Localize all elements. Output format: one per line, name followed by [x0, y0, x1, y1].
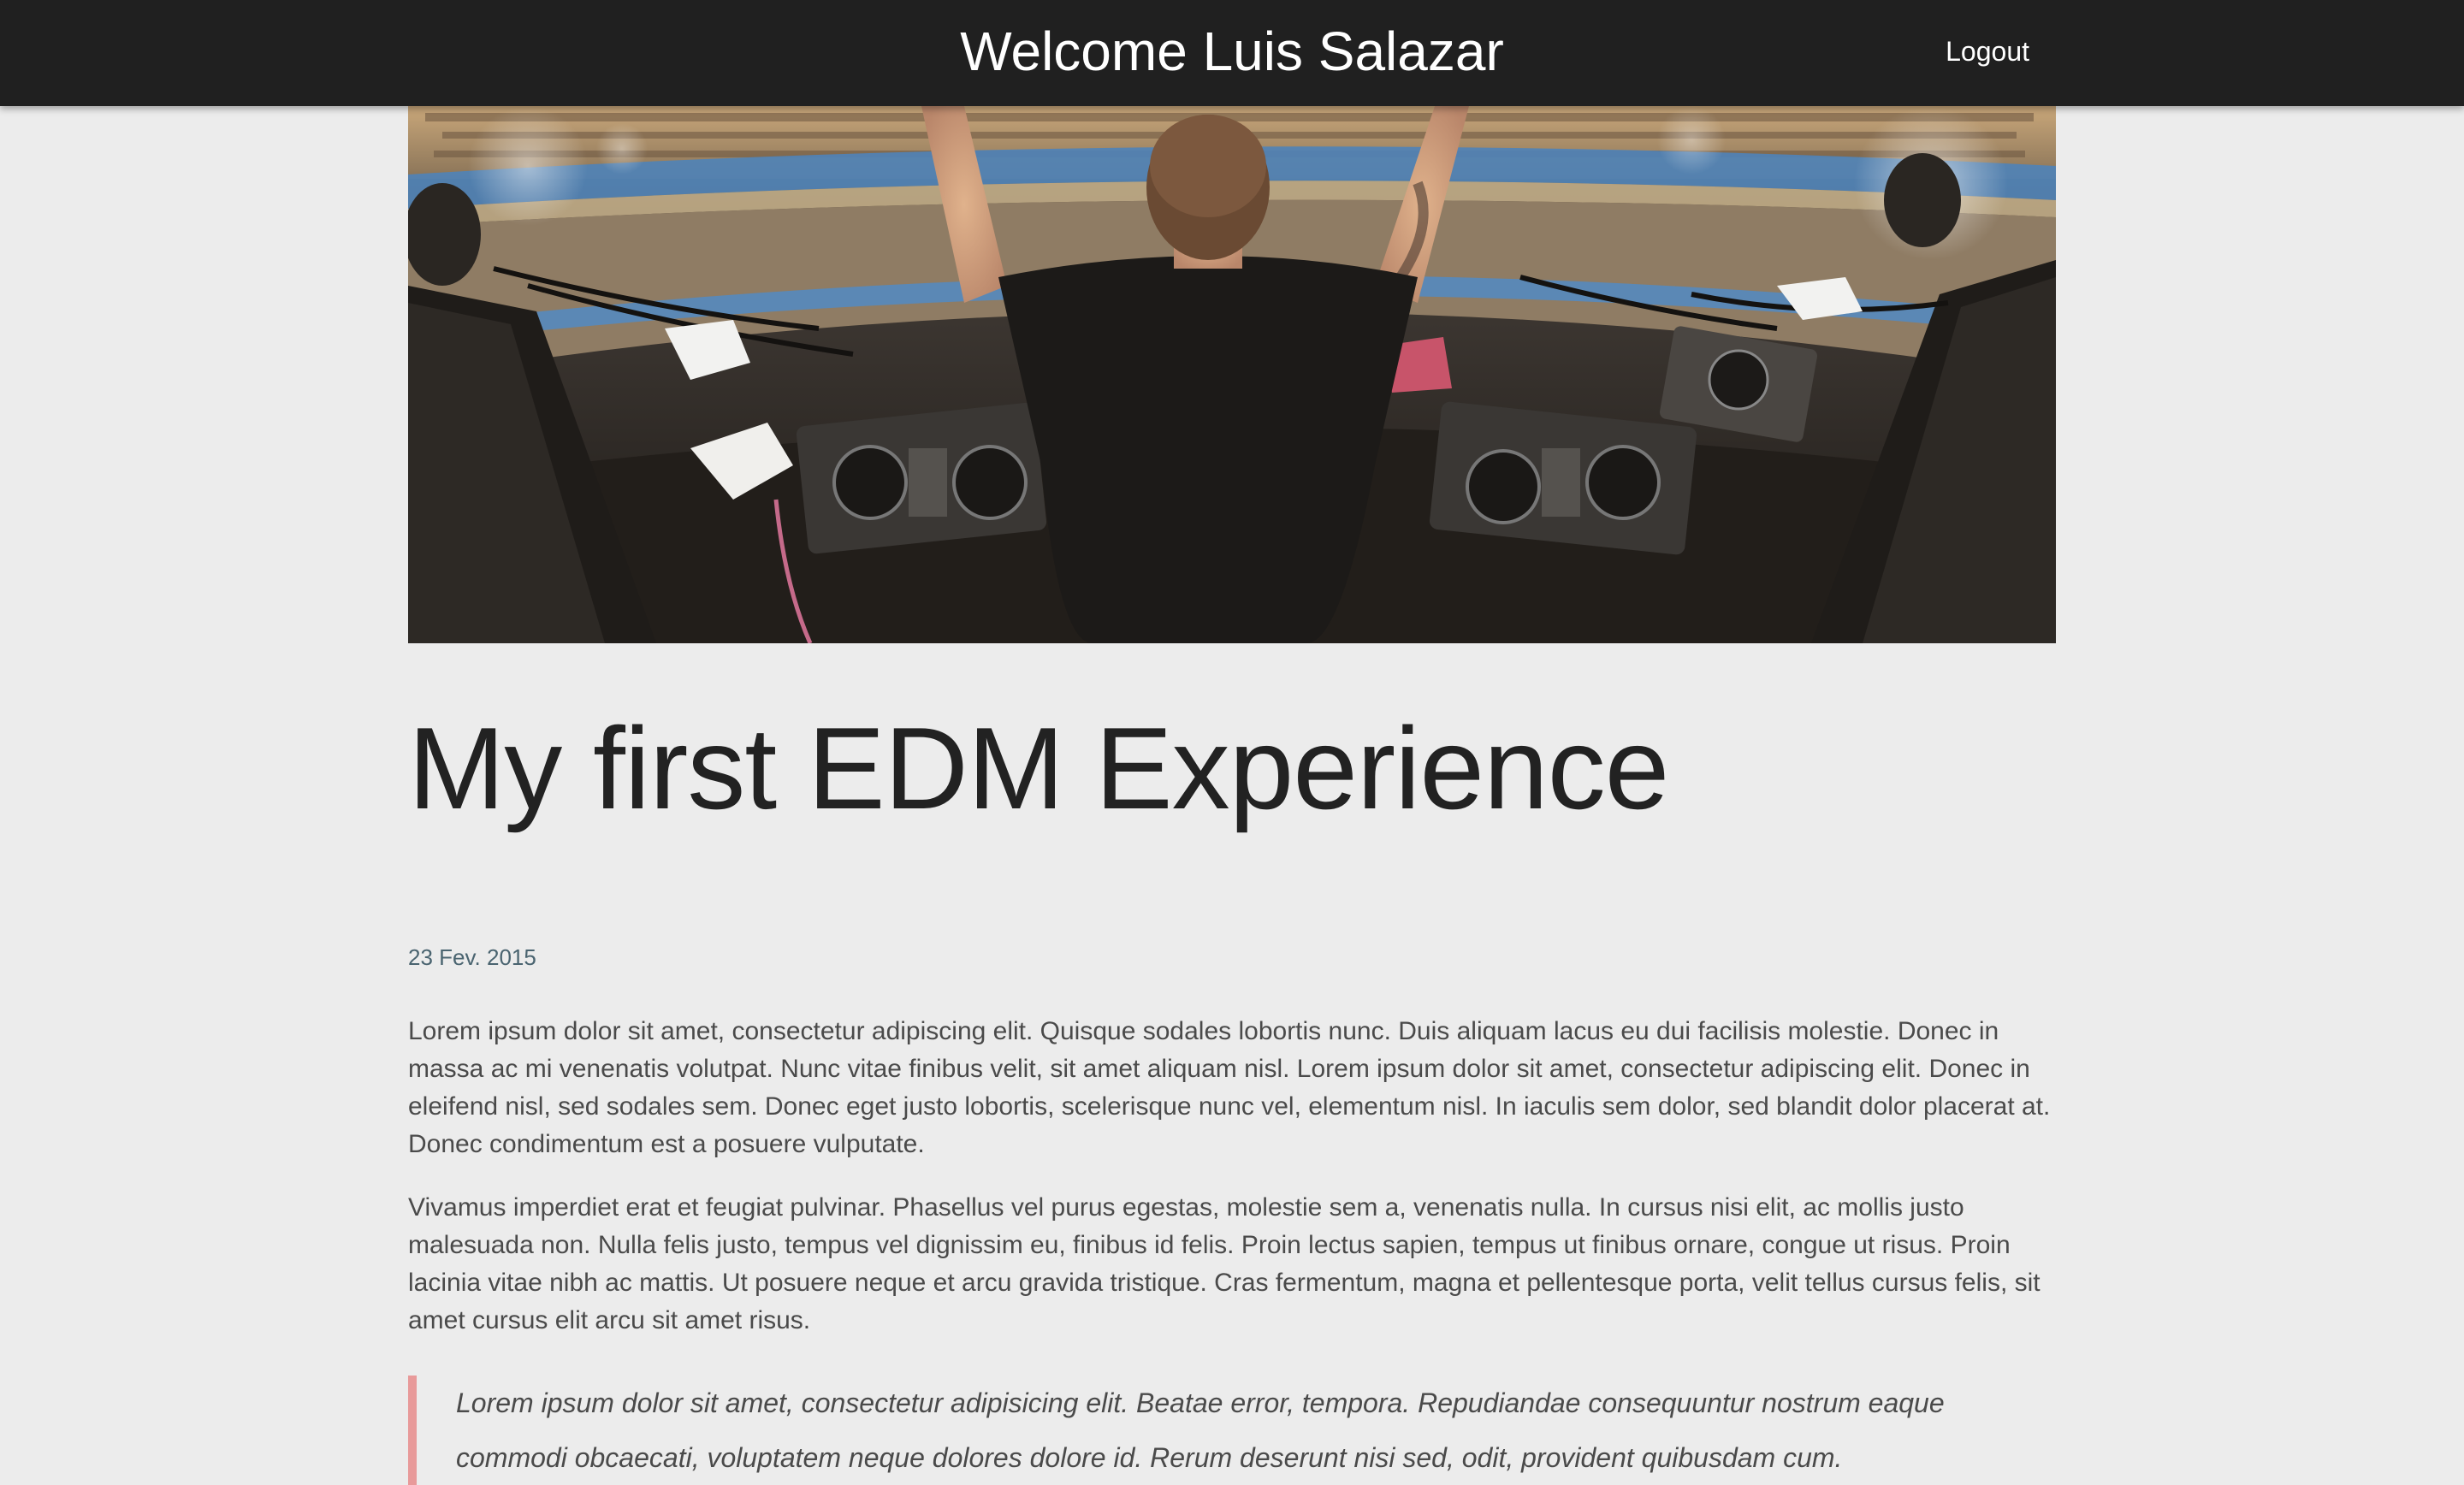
- blockquote-text: Lorem ipsum dolor sit amet, consectetur …: [456, 1387, 1945, 1473]
- welcome-title: Welcome Luis Salazar: [960, 21, 1504, 82]
- logout-link[interactable]: Logout: [1946, 33, 2029, 70]
- post-blockquote: Lorem ipsum dolor sit amet, consectetur …: [408, 1376, 2056, 1485]
- post-date: 23 Fev. 2015: [408, 944, 536, 970]
- post-title: My first EDM Experience: [408, 703, 1669, 833]
- post-container: My first EDM Experience 23 Fev. 2015 Lor…: [408, 106, 2056, 1485]
- hero-image: [408, 106, 2056, 643]
- post-paragraph: Vivamus imperdiet erat et feugiat pulvin…: [408, 1193, 2040, 1334]
- top-navbar: Welcome Luis Salazar Logout: [0, 0, 2464, 106]
- post-paragraph: Lorem ipsum dolor sit amet, consectetur …: [408, 1017, 2051, 1158]
